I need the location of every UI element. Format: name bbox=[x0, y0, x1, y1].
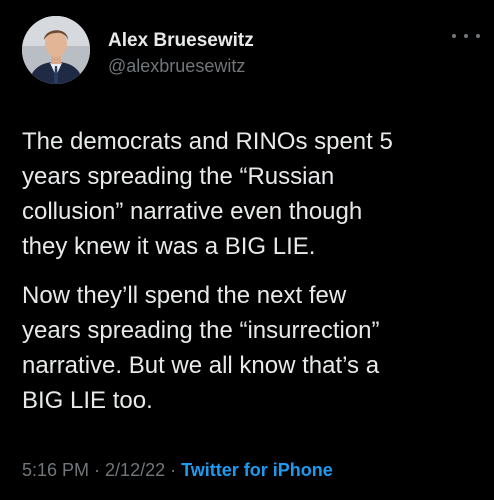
tweet-card: Alex Bruesewitz @alexbruesewitz The demo… bbox=[0, 0, 494, 500]
tweet-paragraph-2: Now they’ll spend the next few years spr… bbox=[22, 282, 380, 414]
tweet-paragraph-1: The democrats and RINOs spent 5 years sp… bbox=[22, 128, 393, 260]
separator: · bbox=[89, 460, 106, 480]
dot bbox=[452, 34, 456, 38]
tweet-meta: 5:16 PM · 2/12/22 · Twitter for iPhone bbox=[22, 460, 333, 481]
tweet-text: The democrats and RINOs spent 5 years sp… bbox=[22, 124, 482, 432]
user-display-name[interactable]: Alex Bruesewitz bbox=[108, 30, 254, 52]
avatar[interactable] bbox=[22, 16, 90, 84]
separator: · bbox=[165, 460, 182, 480]
dot bbox=[464, 34, 468, 38]
tweet-source-link[interactable]: Twitter for iPhone bbox=[181, 460, 333, 480]
tweet-date[interactable]: 2/12/22 bbox=[105, 460, 165, 480]
user-handle[interactable]: @alexbruesewitz bbox=[108, 56, 245, 77]
tweet-time[interactable]: 5:16 PM bbox=[22, 460, 89, 480]
more-dots-icon[interactable] bbox=[452, 26, 480, 46]
dot bbox=[476, 34, 480, 38]
